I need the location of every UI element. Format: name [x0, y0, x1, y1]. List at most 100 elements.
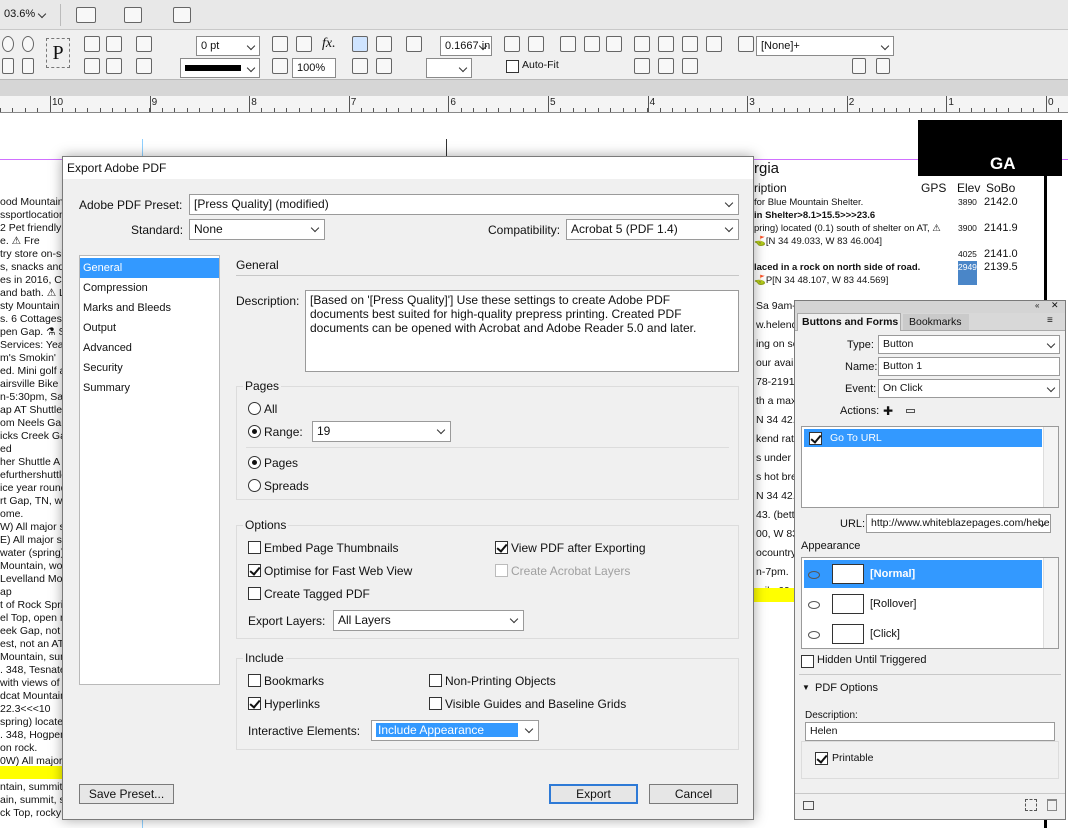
appearance-state-row[interactable]: [Normal]	[804, 560, 1042, 588]
align-top-text-icon[interactable]	[352, 36, 368, 52]
collapse-panel-icon[interactable]: «	[1035, 301, 1039, 310]
stroke-type-field[interactable]	[180, 58, 260, 78]
preset-select[interactable]: [Press Quality] (modified)	[189, 194, 739, 215]
screen-mode-icon[interactable]	[124, 7, 142, 23]
remove-action-icon[interactable]	[906, 409, 915, 413]
select-previous-icon[interactable]	[106, 58, 122, 74]
visibility-eye-icon[interactable]	[808, 571, 820, 579]
appearance-states-list[interactable]: [Normal] [Rollover] [Click]	[801, 557, 1059, 649]
interactive-elements-select[interactable]: Include Appearance	[371, 720, 539, 741]
center-content-icon[interactable]	[606, 36, 622, 52]
auto-fit-checkbox[interactable]	[506, 60, 519, 73]
states-scrollbar[interactable]	[1043, 558, 1058, 648]
name-field[interactable]: Button 1	[878, 357, 1060, 376]
actions-list[interactable]: Go To URL	[801, 426, 1059, 508]
guides-checkbox[interactable]	[429, 697, 442, 710]
category-item-advanced[interactable]: Advanced	[80, 338, 219, 358]
actions-scrollbar[interactable]	[1043, 427, 1058, 507]
corner-shape-field[interactable]	[426, 58, 472, 78]
select-next-icon[interactable]	[106, 36, 122, 52]
horizontal-ruler[interactable]: 10 9 8 7 6 5 4 3 2 1 0	[0, 96, 1068, 113]
acrobat-layers-checkbox[interactable]	[495, 564, 508, 577]
category-item-compression[interactable]: Compression	[80, 278, 219, 298]
stroke-weight-field[interactable]: 0 pt	[196, 36, 260, 56]
hyperlinks-checkbox[interactable]	[248, 697, 261, 710]
scale-field[interactable]: 100%	[292, 58, 336, 78]
align-hcenter-icon[interactable]	[658, 36, 674, 52]
fx-icon[interactable]: fx.	[322, 36, 336, 52]
text-frame-icon[interactable]	[352, 58, 368, 74]
new-style-icon[interactable]	[876, 58, 890, 74]
action-item[interactable]: Go To URL	[804, 429, 1042, 447]
type-select[interactable]: Button	[878, 335, 1060, 354]
pdf-description-field[interactable]: Helen	[805, 722, 1055, 741]
preview-icon[interactable]	[803, 801, 814, 810]
fit-frame-icon[interactable]	[528, 36, 544, 52]
category-item-security[interactable]: Security	[80, 358, 219, 378]
category-item-general[interactable]: General	[80, 258, 219, 278]
tagged-pdf-checkbox[interactable]	[248, 587, 261, 600]
visibility-eye-icon[interactable]	[808, 631, 820, 639]
pages-radio[interactable]	[248, 456, 261, 469]
zoom-level-field[interactable]: 03.6%	[0, 5, 50, 25]
export-layers-select[interactable]: All Layers	[333, 610, 524, 631]
proxy-p-icon[interactable]: P	[46, 38, 70, 68]
fill-swatch-icon[interactable]	[136, 36, 152, 52]
align-right-icon[interactable]	[682, 36, 698, 52]
object-style-icon[interactable]	[738, 36, 754, 52]
close-panel-icon[interactable]: ✕	[1051, 300, 1059, 311]
add-action-icon[interactable]: ✚	[883, 404, 893, 418]
fill-frame-icon[interactable]	[584, 36, 600, 52]
description-textarea[interactable]: [Based on '[Press Quality]'] Use these s…	[305, 290, 739, 372]
standard-select[interactable]: None	[189, 219, 325, 240]
convert-button-icon[interactable]	[1025, 799, 1037, 811]
url-field[interactable]: http://www.whiteblazepages.com/hehe	[866, 514, 1051, 533]
align-vcenter-icon[interactable]	[658, 58, 674, 74]
range-radio[interactable]	[248, 425, 261, 438]
view-after-export-checkbox[interactable]	[495, 541, 508, 554]
category-item-output[interactable]: Output	[80, 318, 219, 338]
tab-bookmarks[interactable]: Bookmarks	[903, 314, 969, 330]
opacity-icon[interactable]	[272, 58, 288, 74]
select-content-icon[interactable]	[84, 58, 100, 74]
trash-icon[interactable]	[1047, 799, 1057, 811]
align-top-icon[interactable]	[634, 58, 650, 74]
select-container-icon[interactable]	[84, 36, 100, 52]
distribute-icon[interactable]	[706, 36, 722, 52]
all-pages-radio[interactable]	[248, 402, 261, 415]
action-enabled-checkbox[interactable]	[809, 432, 822, 445]
panel-menu-icon[interactable]: ≡	[1047, 315, 1053, 326]
frame-fit-icon[interactable]	[406, 36, 422, 52]
align-left-icon[interactable]	[634, 36, 650, 52]
effects-shadow-icon[interactable]	[272, 36, 288, 52]
shear-icon[interactable]	[22, 58, 34, 74]
flip-icon[interactable]	[2, 58, 14, 74]
baseline-icon[interactable]	[376, 58, 392, 74]
event-select[interactable]: On Click	[878, 379, 1060, 398]
export-button[interactable]: Export	[549, 784, 638, 804]
object-style-field[interactable]: [None]+	[756, 36, 894, 56]
spreads-radio[interactable]	[248, 479, 261, 492]
fit-content-icon[interactable]	[504, 36, 520, 52]
tab-buttons-forms[interactable]: Buttons and Forms	[797, 313, 901, 331]
optimise-web-checkbox[interactable]	[248, 564, 261, 577]
align-bottom-icon[interactable]	[682, 58, 698, 74]
arrange-documents-icon[interactable]	[173, 7, 191, 23]
dimension-field[interactable]: 0.1667 in	[440, 36, 492, 56]
range-field[interactable]: 19	[312, 421, 451, 442]
clear-overrides-icon[interactable]	[852, 58, 866, 74]
visibility-eye-icon[interactable]	[808, 601, 820, 609]
non-printing-checkbox[interactable]	[429, 674, 442, 687]
appearance-state-row[interactable]: [Click]	[804, 620, 1042, 648]
category-item-marks-and-bleeds[interactable]: Marks and Bleeds	[80, 298, 219, 318]
view-options-icon[interactable]	[76, 7, 96, 23]
compatibility-select[interactable]: Acrobat 5 (PDF 1.4)	[566, 219, 739, 240]
rotate-icon[interactable]	[2, 36, 14, 52]
category-list[interactable]: General Compression Marks and Bleeds Output…	[79, 255, 220, 685]
fit-proportionally-icon[interactable]	[560, 36, 576, 52]
bookmarks-checkbox[interactable]	[248, 674, 261, 687]
embed-thumbnails-checkbox[interactable]	[248, 541, 261, 554]
drop-shadow-icon[interactable]	[296, 36, 312, 52]
save-preset-button[interactable]: Save Preset...	[79, 784, 174, 804]
category-item-summary[interactable]: Summary	[80, 378, 219, 398]
